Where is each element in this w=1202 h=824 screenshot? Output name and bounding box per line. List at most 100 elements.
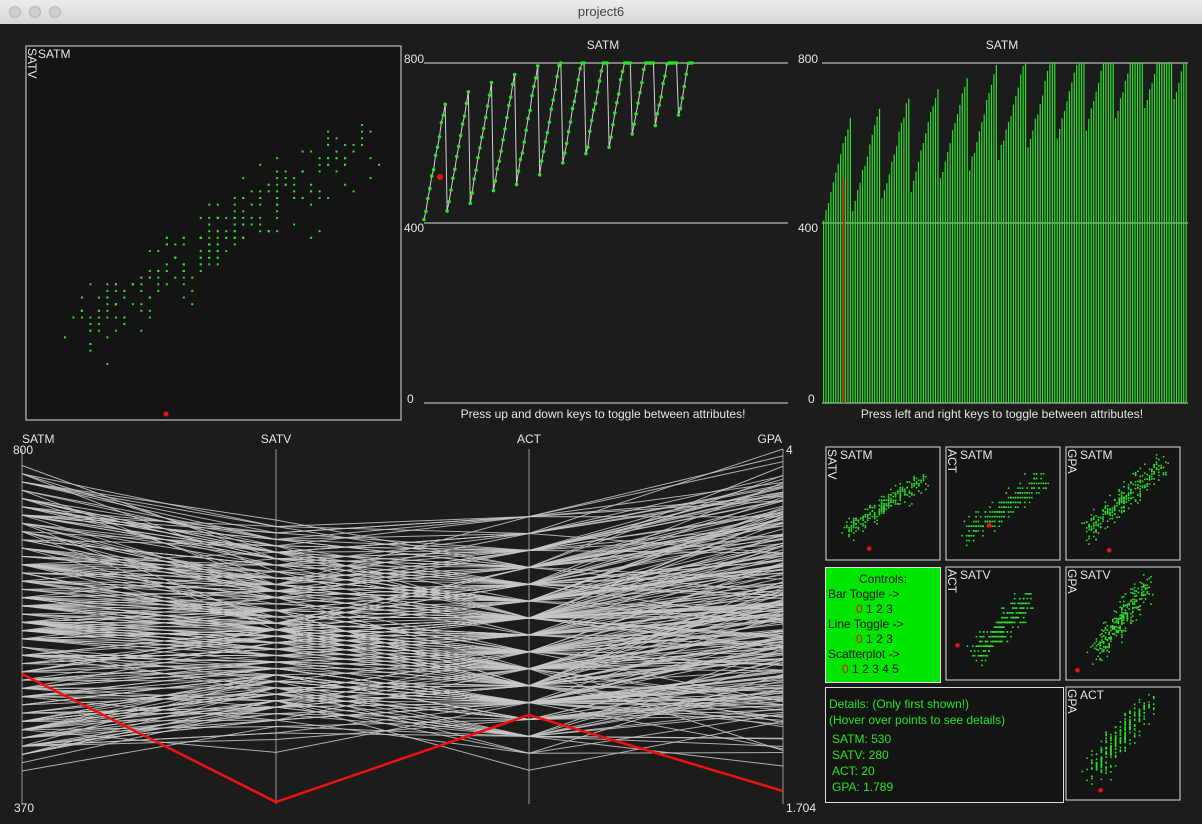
matrix-cell-satm-satv[interactable]: SATMSATV (825, 446, 941, 561)
bar (844, 136, 847, 403)
matrix-point (981, 635, 983, 638)
scatter-option-5[interactable]: 5 (892, 662, 899, 676)
matrix-point (1028, 482, 1031, 485)
bar (1003, 140, 1005, 404)
line-option-1[interactable]: 1 (866, 632, 873, 646)
matrix-point (911, 494, 913, 496)
axis-label-gpa: GPA (758, 432, 782, 446)
matrix-point (1100, 749, 1103, 752)
matrix-point (968, 534, 970, 537)
bar (857, 189, 859, 403)
line-point (487, 93, 492, 97)
bar-chart[interactable]: SATM 800 400 0 Press left and right keys… (798, 38, 1188, 421)
bar-option-0[interactable]: 0 (856, 602, 863, 616)
matrix-point (1101, 633, 1103, 635)
bar (930, 112, 932, 403)
matrix-point (1117, 629, 1120, 632)
matrix-point (1085, 521, 1088, 523)
matrix-point (1101, 629, 1103, 632)
matrix-point (1106, 520, 1109, 523)
matrix-point (1093, 642, 1096, 645)
matrix-point (915, 481, 918, 483)
data-point (352, 143, 355, 146)
matrix-point (1007, 511, 1010, 513)
matrix-point (1133, 718, 1136, 721)
bar (898, 131, 900, 403)
matrix-point (1144, 472, 1146, 474)
bar-option-1[interactable]: 1 (866, 602, 873, 616)
controls-panel[interactable]: Controls: Bar Toggle -> 0 1 2 3 Line Tog… (825, 567, 941, 683)
bar-option-2[interactable]: 2 (876, 602, 883, 616)
bar (893, 154, 895, 403)
matrix-point (885, 504, 888, 507)
matrix-point (992, 645, 994, 648)
matrix-point (1148, 483, 1151, 485)
matrix-point (1122, 629, 1125, 632)
line-point (628, 61, 633, 65)
matrix-point (1160, 464, 1162, 467)
bar-toggle-options[interactable]: 0 1 2 3 (856, 602, 940, 617)
bar (1093, 101, 1095, 403)
matrix-point (1104, 501, 1107, 504)
matrix-point (979, 515, 982, 518)
matrix-point (878, 508, 881, 511)
bar (1056, 138, 1058, 403)
matrix-cell-satm-act[interactable]: SATMACT (945, 446, 1061, 561)
matrix-cell-act-gpa[interactable]: ACTGPA (1065, 686, 1181, 801)
matrix-point (1139, 608, 1141, 611)
matrix-point (1123, 496, 1125, 498)
matrix-point (1091, 777, 1093, 780)
matrix-point (1129, 742, 1131, 745)
data-point (208, 203, 211, 206)
matrix-point (1126, 619, 1129, 622)
matrix-point (1152, 708, 1155, 711)
scatter-option-2[interactable]: 2 (862, 662, 869, 676)
line-option-2[interactable]: 2 (876, 632, 883, 646)
matrix-point (1122, 612, 1125, 614)
line-point (453, 167, 457, 172)
matrix-cell-satv-gpa[interactable]: SATVGPA (1065, 566, 1181, 681)
matrix-point (1127, 484, 1130, 486)
matrix-point (1108, 631, 1110, 634)
scatter-option-3[interactable]: 3 (872, 662, 879, 676)
line-chart[interactable]: SATM 800 400 0 Press up and down keys to… (404, 38, 788, 421)
matrix-point (1158, 471, 1160, 474)
line-option-0[interactable]: 0 (856, 632, 863, 646)
matrix-point (862, 517, 864, 520)
selected-line-point (437, 174, 443, 180)
matrix-cell-satm-gpa[interactable]: SATMGPA (1065, 446, 1181, 561)
matrix-point (1110, 733, 1112, 736)
data-point (318, 163, 321, 166)
scatter-option-1[interactable]: 1 (852, 662, 859, 676)
matrix-point (1105, 752, 1107, 755)
line-option-3[interactable]: 3 (886, 632, 893, 646)
matrix-point (1119, 601, 1121, 603)
parallel-coordinates[interactable]: SATM SATV ACT GPA 800 370 4 1.704 (13, 432, 816, 815)
scatter-option-4[interactable]: 4 (882, 662, 889, 676)
data-point (242, 197, 245, 199)
matrix-point (845, 521, 848, 523)
matrix-point (1100, 740, 1103, 743)
bar (1149, 89, 1151, 403)
matrix-point (1144, 484, 1146, 487)
scatter-option-0[interactable]: 0 (842, 662, 849, 676)
matrix-point (1112, 627, 1114, 630)
line-point (663, 74, 667, 78)
matrix-cell-satv-act[interactable]: SATVACT (945, 566, 1061, 681)
matrix-point (1002, 621, 1005, 624)
bar (1015, 95, 1017, 403)
line-toggle-options[interactable]: 0 1 2 3 (856, 632, 940, 647)
matrix-point (1110, 625, 1112, 627)
bar (1134, 63, 1136, 403)
matrix-point (862, 530, 864, 532)
matrix-point (1110, 751, 1112, 754)
main-scatterplot[interactable]: SATM SATV (25, 45, 402, 421)
matrix-point (1119, 750, 1122, 753)
matrix-point (1017, 487, 1019, 489)
bar-option-3[interactable]: 3 (886, 602, 893, 616)
scatter-toggle-options[interactable]: 0 1 2 3 4 5 (842, 662, 940, 677)
matrix-point (972, 539, 975, 542)
bar (1141, 63, 1143, 403)
matrix-point (1122, 615, 1125, 617)
matrix-point (1143, 718, 1146, 720)
